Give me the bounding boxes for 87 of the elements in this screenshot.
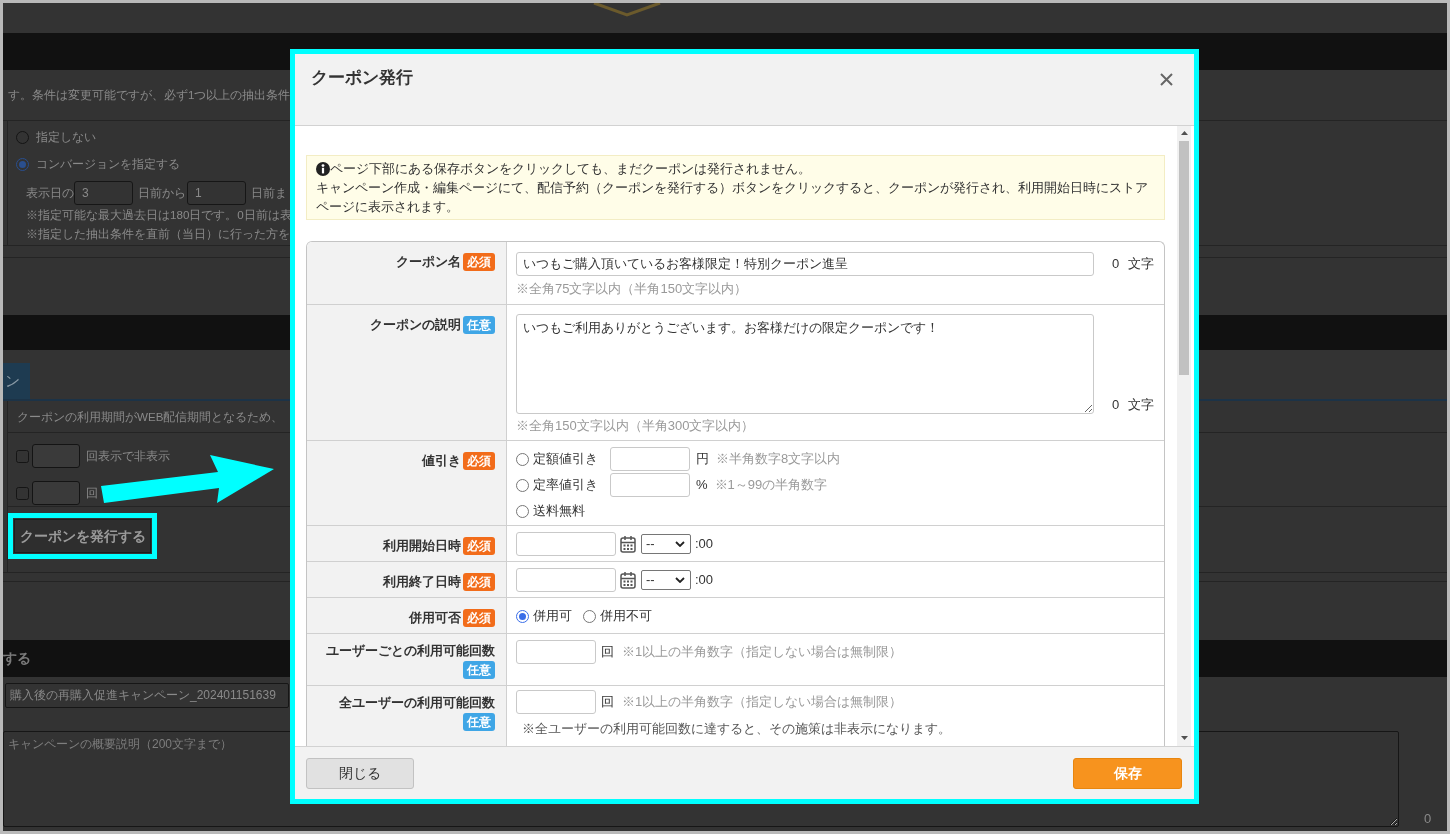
date-field[interactable] [516,532,616,556]
hint-text: ※半角数字8文字以内 [716,450,841,469]
logo-icon [592,3,662,17]
field-label: 表示日の [26,185,74,202]
label-badge: 必須 [463,253,495,271]
chevron-down-icon [675,577,685,583]
days-field[interactable]: 3 [74,181,133,205]
character-count: 0 [1112,255,1120,273]
label-badge: 任意 [463,316,495,334]
label-badge: 必須 [463,452,495,470]
close-icon[interactable] [1160,73,1173,86]
notice-text: キャンペーン作成・編集ページにて、配信予約（クーポンを発行する）ボタンをクリックすると、クーポンが発行され、利用開始日時にストアページに表示されます。 [316,179,1149,216]
unit-label: 回 [601,643,614,662]
label-badge: 必須 [463,609,495,627]
field-label: ユーザーごとの利用可能回数 [326,642,495,660]
calendar-icon[interactable] [620,535,636,553]
field-label: 併用可否 [409,609,461,627]
minute-label: :00 [695,535,714,554]
amount-field[interactable] [610,473,690,497]
hint-text: ※全角75文字以内（半角150文字以内） [516,280,748,298]
hour-select[interactable]: -- [641,570,691,590]
checkbox-label[interactable]: 回表示で非表示 [86,447,170,465]
section-title: する [3,649,31,668]
radio-label[interactable]: 併用可 [533,606,572,626]
radio-button[interactable] [516,609,529,623]
unit-label: 円 [696,450,709,469]
hint-text: ※1以上の半角数字（指定しない場合は無制限） [622,643,903,662]
description-field[interactable]: いつもご利用ありがとうございます。お客様だけの限定クーポンです！ [516,314,1094,414]
scrollbar-thumb[interactable] [1179,141,1189,375]
count-field[interactable] [32,444,80,468]
hint-text: ※1以上の半角数字（指定しない場合は無制限） [622,693,903,712]
label-badge: 任意 [463,661,495,679]
date-field[interactable] [516,568,616,592]
radio-label[interactable]: 指定しない [36,128,96,146]
close-button[interactable]: 閉じる [306,757,414,789]
field-label: クーポンの説明 [370,316,461,334]
label-badge: 必須 [463,573,495,591]
hint-text: ※1～99の半角数字 [714,476,828,495]
label-badge: 必須 [463,537,495,555]
count-field[interactable] [32,481,80,505]
field-label: 全ユーザーの利用可能回数 [339,694,495,712]
calendar-icon[interactable] [620,571,636,589]
scroll-down-arrow-icon[interactable] [1180,736,1188,740]
campaign-name-field[interactable]: 購入後の再購入促進キャンペーン_202401151639 [5,683,289,708]
field-label: 日前から [138,185,186,202]
checkbox[interactable] [16,486,29,500]
count-unit: 文字 [1128,255,1155,273]
amount-field[interactable] [610,447,690,471]
radio-label[interactable]: 併用不可 [600,606,652,626]
chevron-down-icon [675,541,685,547]
hour-select[interactable]: -- [641,534,691,554]
unit-label: 回 [601,693,614,712]
scroll-up-arrow-icon[interactable] [1180,131,1188,135]
dialog-title: クーポン発行 [311,68,413,88]
radio-button[interactable] [516,478,529,492]
checkbox[interactable] [16,449,29,463]
radio-button[interactable] [16,157,29,171]
intro-text: す。条件は変更可能ですが、必ず1つ以上の抽出条件 [8,87,291,104]
field-label: 値引き [422,452,461,470]
character-count: 0 [1112,396,1120,414]
field-label: 利用開始日時 [383,537,461,555]
days-field[interactable]: 1 [187,181,246,205]
note-text: クーポンの利用期間がWEB配信期間となるため、 [17,408,284,426]
minute-label: :00 [695,571,714,590]
hint-text: ※全角150文字以内（半角300文字以内） [516,417,755,435]
radio-label[interactable]: 定額値引き [533,449,598,469]
radio-label[interactable]: 定率値引き [533,475,598,495]
info-icon [316,161,330,176]
field-label: 日前ま [251,185,287,202]
text-field[interactable]: いつもご購入頂いているお客様限定！特別クーポン進呈 [516,252,1094,276]
character-count: 0 [1424,811,1432,827]
radio-label[interactable]: 送料無料 [533,501,585,521]
radio-button[interactable] [516,452,529,466]
checkbox-label[interactable]: 回 [86,484,98,502]
issue-coupon-button[interactable]: クーポンを発行する [14,519,151,553]
count-unit: 文字 [1128,396,1155,414]
tab[interactable]: ン [3,363,30,399]
label-badge: 任意 [463,713,495,731]
note-text: ※指定した抽出条件を直前（当日）に行った方を [26,226,290,242]
radio-button[interactable] [583,609,596,623]
notice-text: ページ下部にある保存ボタンをクリックしても、まだクーポンは発行されません。 [330,160,811,178]
radio-label[interactable]: コンバージョンを指定する [36,155,180,173]
radio-button[interactable] [516,504,529,518]
field-label: 利用終了日時 [383,573,461,591]
unit-label: % [696,476,708,495]
radio-button[interactable] [16,130,29,144]
field-label: クーポン名 [396,253,461,271]
